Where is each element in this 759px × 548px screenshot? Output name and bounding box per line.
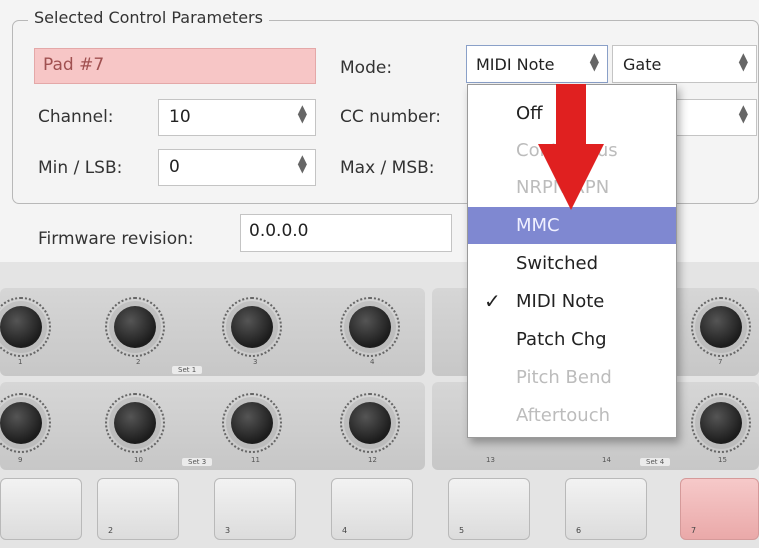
pad-3[interactable]: 3 [214, 478, 296, 540]
arrow-shaft [556, 84, 586, 154]
knob-label: 12 [368, 456, 377, 464]
min-lsb-value: 0 [169, 157, 180, 177]
knob-label: 1 [18, 358, 23, 366]
gate-select-value: Gate [623, 55, 662, 74]
knob-12[interactable] [340, 393, 400, 453]
channel-label: Channel: [38, 107, 114, 127]
mode-select-arrows-icon: ▲ ▼ [589, 50, 599, 73]
firmware-revision-field: 0.0.0.0 [240, 214, 452, 252]
checkmark-icon: ✓ [484, 289, 501, 313]
menu-item-pitch-bend: Pitch Bend [516, 367, 612, 388]
pad-7[interactable]: 7 [680, 478, 759, 540]
channel-value: 10 [169, 107, 191, 127]
group-legend: Selected Control Parameters [28, 8, 269, 27]
knob-label: 9 [18, 456, 23, 464]
knob-label: 7 [718, 358, 723, 366]
mode-label: Mode: [340, 58, 393, 78]
knob-label: 2 [136, 358, 141, 366]
knob-label: 4 [370, 358, 375, 366]
menu-item-aftertouch: Aftertouch [516, 405, 611, 426]
min-lsb-spinbox[interactable]: 0 ▲ ▼ [158, 149, 316, 186]
knob-label: 13 [486, 456, 495, 464]
knob-11[interactable] [222, 393, 282, 453]
pad-number: 2 [108, 526, 114, 535]
pad-5[interactable]: 5 [448, 478, 530, 540]
knob-15[interactable] [691, 393, 751, 453]
pad-number: 5 [459, 526, 465, 535]
pad-1[interactable] [0, 478, 82, 540]
knob-3[interactable] [222, 297, 282, 357]
min-lsb-stepper-icon[interactable]: ▲ ▼ [298, 153, 307, 174]
knob-label: 14 [602, 456, 611, 464]
mode-select[interactable]: MIDI Note ▲ ▼ [466, 45, 608, 83]
pad-number: 4 [342, 526, 348, 535]
cc-number-stepper-icon[interactable]: ▲ ▼ [739, 103, 748, 124]
set-tag: Set 3 [182, 458, 213, 466]
set-tag: Set 1 [172, 366, 203, 374]
menu-item-patch-chg[interactable]: Patch Chg [468, 321, 676, 358]
knob-4[interactable] [340, 297, 400, 357]
gate-select[interactable]: Gate ▲ ▼ [612, 45, 757, 83]
knob-label: 11 [251, 456, 260, 464]
knob-2[interactable] [105, 297, 165, 357]
pad-6[interactable]: 6 [565, 478, 647, 540]
knob-label: 10 [134, 456, 143, 464]
menu-item-switched[interactable]: Switched [468, 245, 676, 282]
knob-9[interactable] [0, 393, 51, 453]
knob-7[interactable] [691, 297, 751, 357]
pad-name-field[interactable]: Pad #7 [34, 48, 316, 84]
gate-select-arrows-icon: ▲ ▼ [738, 50, 748, 73]
min-lsb-label: Min / LSB: [38, 158, 123, 178]
menu-item-midi-note[interactable]: ✓ MIDI Note [468, 283, 676, 320]
set-tag: Set 4 [640, 458, 671, 466]
pad-4[interactable]: 4 [331, 478, 413, 540]
firmware-revision-label: Firmware revision: [38, 229, 194, 249]
arrow-head [538, 144, 604, 210]
max-msb-label: Max / MSB: [340, 158, 435, 178]
knob-1[interactable] [0, 297, 51, 357]
channel-stepper-icon[interactable]: ▲ ▼ [298, 103, 307, 124]
cc-number-label: CC number: [340, 107, 441, 127]
menu-item-midi-note-label: MIDI Note [516, 291, 605, 312]
pad-number: 7 [691, 526, 697, 535]
pad-number: 3 [225, 526, 231, 535]
pad-number: 6 [576, 526, 582, 535]
red-arrow-icon [538, 84, 604, 210]
knob-label: 3 [253, 358, 258, 366]
pad-2[interactable]: 2 [97, 478, 179, 540]
knob-10[interactable] [105, 393, 165, 453]
mode-select-value: MIDI Note [476, 55, 555, 74]
knob-label: 15 [718, 456, 727, 464]
channel-spinbox[interactable]: 10 ▲ ▼ [158, 99, 316, 136]
